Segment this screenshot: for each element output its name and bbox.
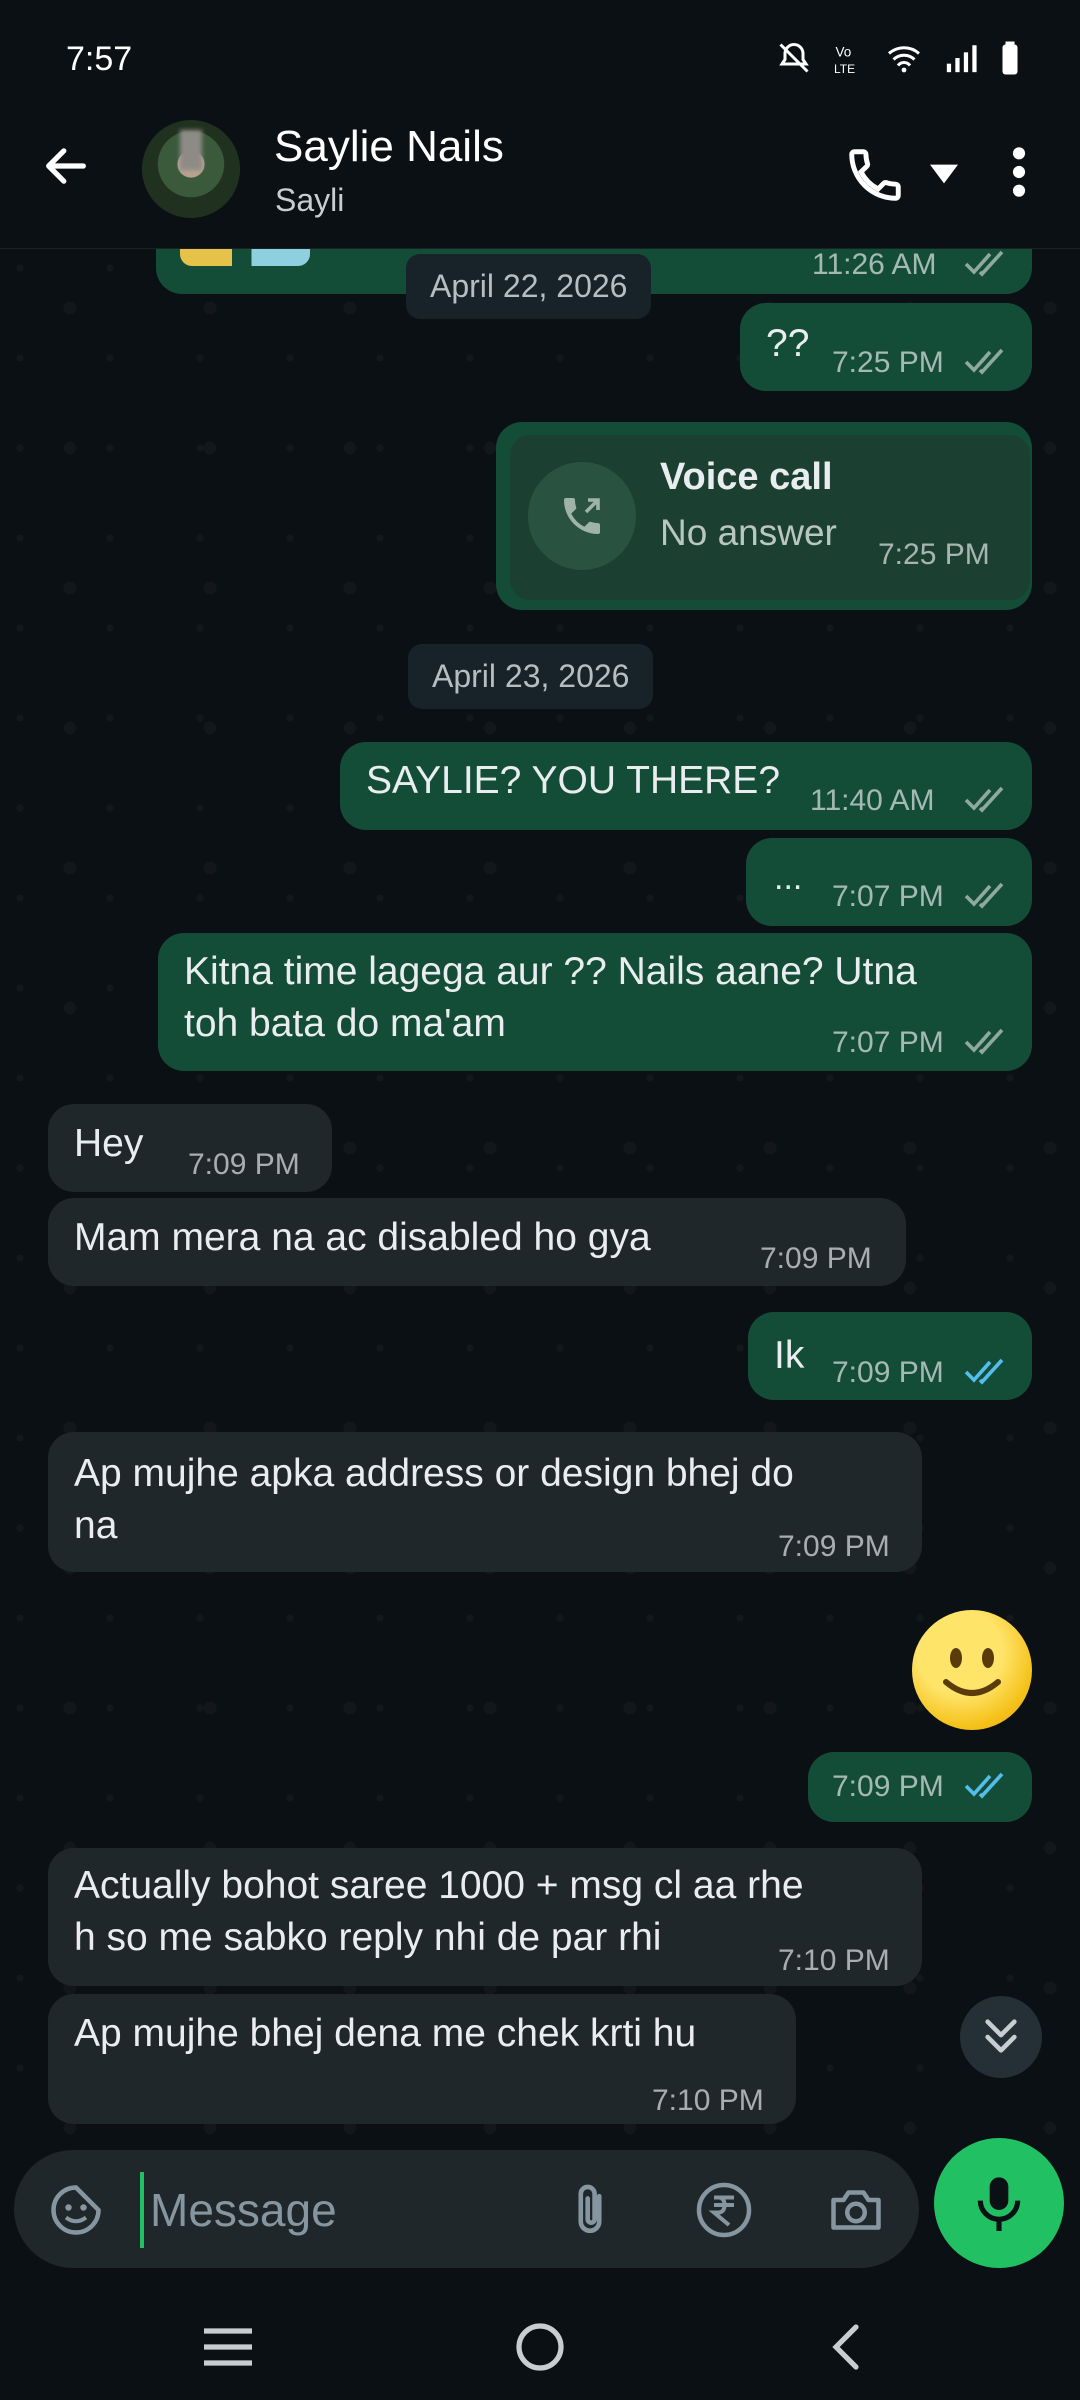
- double-tick-icon: [964, 1028, 1004, 1055]
- svg-text:LTE: LTE: [834, 62, 855, 76]
- call-title: Voice call: [660, 456, 833, 498]
- scroll-to-bottom-button[interactable]: [960, 1996, 1042, 2078]
- message-text: Hey: [74, 1122, 144, 1165]
- date-separator: April 22, 2026: [406, 254, 652, 319]
- message-text: Ik: [774, 1334, 805, 1377]
- message-time: 7:10 PM: [652, 2084, 764, 2117]
- wifi-icon: [888, 46, 920, 73]
- status-icons: Vo LTE: [776, 40, 1020, 76]
- contact-subtitle[interactable]: Sayli: [275, 182, 344, 219]
- double-chevron-down-icon: [985, 2019, 1017, 2053]
- signal-icon: [946, 45, 977, 73]
- message-time: 11:40 AM: [810, 784, 935, 817]
- message-time: 7:09 PM: [188, 1148, 300, 1181]
- message-time: 7:07 PM: [832, 1026, 944, 1059]
- smile-emoji[interactable]: [912, 1610, 1032, 1730]
- contact-avatar[interactable]: [142, 120, 240, 218]
- message-text-line: toh bata do ma'am: [184, 1002, 506, 1045]
- message-text-line: na: [74, 1504, 118, 1547]
- system-navigation-bar: [0, 2285, 1080, 2400]
- message-time: 7:25 PM: [832, 346, 944, 379]
- status-bar: 7:57 Vo LTE: [0, 0, 1080, 120]
- message-time: 7:09 PM: [832, 1770, 944, 1803]
- message-text-line: Kitna time lagega aur ?? Nails aane? Utn…: [184, 950, 917, 993]
- volte-icon: Vo LTE: [834, 45, 855, 77]
- message-time: 7:07 PM: [832, 880, 944, 913]
- message-text: ??: [766, 322, 810, 365]
- message-text-line: Actually bohot saree 1000 + msg cl aa rh…: [74, 1864, 804, 1907]
- back-arrow-icon[interactable]: [40, 140, 92, 192]
- double-tick-icon: [964, 348, 1004, 375]
- message-time: 7:10 PM: [778, 1944, 890, 1977]
- voice-message-button[interactable]: [934, 2138, 1064, 2268]
- call-subtitle: No answer: [660, 512, 837, 553]
- double-tick-icon: [964, 250, 1004, 277]
- status-time: 7:57: [66, 40, 133, 78]
- message-time: 7:09 PM: [832, 1356, 944, 1389]
- rupee-payment-icon[interactable]: [694, 2180, 754, 2240]
- battery-icon: [1002, 41, 1018, 75]
- recent-apps-icon[interactable]: [200, 2325, 256, 2369]
- message-time: 7:25 PM: [878, 538, 990, 571]
- read-tick-icon: [964, 1772, 1004, 1799]
- message-text: ...: [774, 859, 803, 897]
- message-text: Mam mera na ac disabled ho gya: [74, 1216, 651, 1259]
- message-time: 11:26 AM: [812, 248, 937, 281]
- message-text: SAYLIE? YOU THERE?: [366, 759, 781, 802]
- phone-call-icon[interactable]: [844, 144, 906, 206]
- nav-back-icon[interactable]: [826, 2321, 866, 2373]
- message-time: 7:09 PM: [760, 1242, 872, 1275]
- double-tick-icon: [964, 882, 1004, 909]
- attach-icon[interactable]: [566, 2180, 614, 2240]
- notifications-off-icon: [779, 42, 809, 73]
- message-time: 7:09 PM: [778, 1530, 890, 1563]
- double-tick-icon: [964, 786, 1004, 813]
- camera-icon[interactable]: [826, 2180, 886, 2240]
- svg-text:Vo: Vo: [836, 45, 852, 60]
- call-options-dropdown-icon[interactable]: [930, 164, 958, 184]
- home-icon[interactable]: [514, 2321, 566, 2373]
- read-tick-icon: [964, 1358, 1004, 1385]
- message-input[interactable]: [140, 2172, 552, 2248]
- more-options-icon[interactable]: [1005, 144, 1033, 200]
- sticker-icon[interactable]: [46, 2180, 106, 2240]
- contact-name[interactable]: Saylie Nails: [274, 122, 504, 172]
- missed-call-icon: [564, 498, 600, 534]
- microphone-icon: [977, 2177, 1021, 2231]
- message-text: Ap mujhe bhej dena me chek krti hu: [74, 2012, 697, 2055]
- message-text-line: h so me sabko reply nhi de par rhi: [74, 1916, 662, 1959]
- message-text-line: Ap mujhe apka address or design bhej do: [74, 1452, 794, 1495]
- smile-face-icon: [943, 1648, 1001, 1696]
- date-separator: April 23, 2026: [408, 644, 654, 709]
